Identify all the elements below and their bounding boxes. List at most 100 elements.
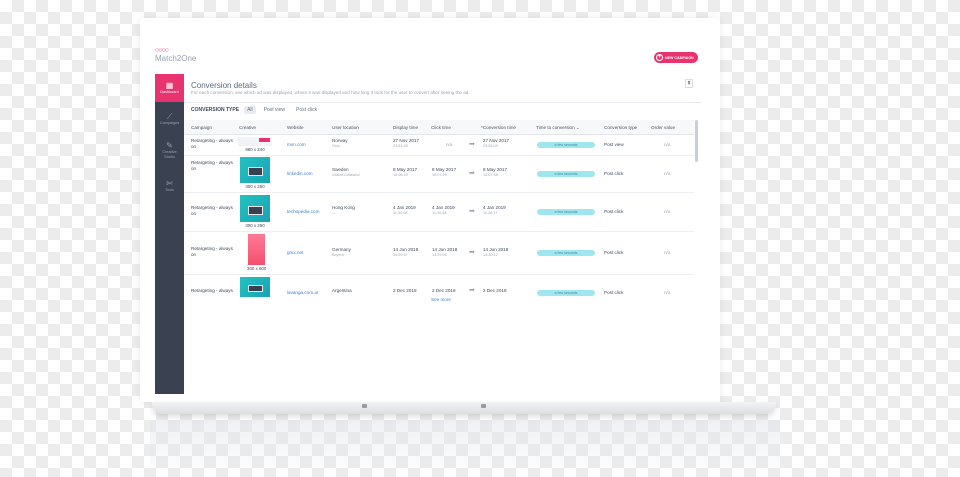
website-link[interactable]: msn.com: [287, 142, 306, 148]
location-country: Hong Kong: [332, 205, 355, 210]
column-header-website[interactable]: Website: [287, 125, 304, 130]
order-value-cell: n/a: [664, 142, 671, 147]
creative-thumbnail[interactable]: [240, 157, 270, 183]
chart-icon: ⟋: [166, 112, 173, 122]
location-region: Bayern: [332, 252, 345, 257]
page-subtitle: For each conversion, see which ad was di…: [191, 90, 470, 95]
conversion-date: 14 Jun 2018: [483, 247, 509, 252]
click-date: 8 May 2017: [432, 167, 457, 172]
column-header-time-to-conversion[interactable]: Time to conversion ⌄: [536, 125, 580, 131]
column-header-location[interactable]: User location: [332, 125, 359, 130]
column-header-conversion-time[interactable]: *Conversion time: [481, 125, 516, 130]
filter-all[interactable]: All: [244, 106, 256, 114]
table-scrollbar[interactable]: [695, 120, 698, 162]
sidebar-item-dashboard[interactable]: ▦ Dashboard: [155, 74, 184, 102]
creative-size: 300 x 250: [245, 223, 265, 228]
conversion-type-cell: Post click: [604, 290, 624, 295]
sidebar-item-campaigns[interactable]: ⟋ Campaigns: [155, 105, 184, 133]
sidebar-item-label: Creative Studio: [162, 150, 177, 159]
website-link[interactable]: lavanga.com.ar: [287, 290, 318, 296]
logo-text: Match2One: [155, 54, 197, 63]
conversion-time-cell: 4 Jan 2019 11:30:17: [483, 205, 506, 216]
conversion-date: 4 Jan 2019: [483, 205, 506, 210]
sidebar-item-tools[interactable]: ✄ Tools: [155, 172, 184, 200]
conversion-type-label: CONVERSION TYPE: [191, 107, 240, 113]
click-clock: 14:29:59: [432, 252, 447, 257]
creative-cell: 980 x 240: [238, 137, 272, 152]
website-link[interactable]: techopedia.com: [287, 209, 319, 215]
plus-icon: +: [656, 54, 663, 61]
order-value-cell: n/a: [664, 209, 671, 214]
sidebar-item-label: Campaigns: [159, 121, 180, 126]
arrow-right-icon: ➡: [469, 208, 475, 215]
time-to-conversion-badge: a few seconds: [537, 209, 595, 215]
new-campaign-button[interactable]: + NEW CAMPAIGN: [654, 52, 698, 63]
website-link[interactable]: linkedin.com: [287, 171, 313, 177]
campaign-cell: Retargeting - always on: [191, 160, 233, 171]
table-header: Campaign Creative Website User location …: [184, 120, 694, 135]
display-date: 14 Jun 2018: [393, 247, 419, 252]
conversion-date: 8 May 2017: [483, 167, 508, 172]
page-title: Conversion details: [191, 81, 257, 90]
column-header-order-value[interactable]: Order value: [651, 125, 675, 130]
display-date: 4 Jan 2019: [393, 205, 416, 210]
column-header-conversion-type[interactable]: Conversion type: [604, 125, 637, 130]
sidebar-item-creative-studio[interactable]: ✎ Creative Studio: [155, 136, 184, 164]
divider: [184, 102, 701, 103]
sidebar: ▦ Dashboard ⟋ Campaigns ✎ Creative Studi…: [155, 74, 184, 394]
laptop-base: [152, 402, 776, 414]
creative-thumbnail[interactable]: [240, 277, 270, 297]
hinge-right: [481, 404, 486, 408]
creative-thumbnail[interactable]: [238, 137, 272, 146]
creative-thumbnail[interactable]: [248, 234, 266, 265]
scroll-top-icon[interactable]: ⇞: [685, 79, 693, 88]
column-header-click-time[interactable]: Click time: [431, 125, 451, 130]
table-row[interactable]: Retargeting - always on 300 x 250 techop…: [184, 193, 694, 232]
conversion-type-cell: Post click: [604, 250, 624, 255]
table-row[interactable]: Retargeting - always on 980 x 240 msn.co…: [184, 135, 694, 156]
filter-post-click[interactable]: Post click: [293, 106, 320, 114]
time-to-conversion-badge: a few seconds: [537, 290, 595, 296]
click-clock: 15:07:29: [432, 172, 447, 177]
display-date: 8 May 2017: [393, 167, 418, 172]
table-row[interactable]: Retargeting - always on 300 x 600 gmx.ne…: [184, 232, 694, 275]
arrow-right-icon: ➡: [469, 141, 475, 148]
column-header-creative[interactable]: Creative: [239, 125, 256, 130]
campaign-cell: Retargeting - always on: [191, 246, 233, 257]
creative-cell: 300 x 250: [240, 157, 270, 189]
creative-size: 300 x 600: [247, 266, 267, 271]
hinge-left: [362, 404, 367, 408]
dashboard-icon: ▦: [165, 81, 174, 91]
column-header-campaign[interactable]: Campaign: [191, 125, 212, 130]
order-value-cell: n/a: [664, 171, 671, 176]
conversion-time-cell: 27 Nov 2017 23:58:09: [483, 138, 509, 149]
filter-post-view[interactable]: Post view: [261, 106, 288, 114]
location-cell: Sweden Västra Götaland: [332, 167, 359, 178]
time-to-conversion-badge: a few seconds: [537, 142, 595, 148]
website-link[interactable]: gmx.net: [287, 250, 303, 256]
conversion-clock: 14:30:12: [483, 252, 498, 257]
campaign-cell: Retargeting - always on: [191, 138, 233, 149]
location-cell: Germany Bayern: [332, 247, 351, 258]
pen-icon: ✎: [166, 141, 173, 151]
table-row[interactable]: Retargeting - always on 300 x 250 linked…: [184, 156, 694, 193]
app-window: ▦ Dashboard ⟋ Campaigns ✎ Creative Studi…: [155, 74, 701, 394]
campaign-cell: Retargeting - always: [191, 288, 233, 293]
brand-logo[interactable]: ○○○○ Match2One: [155, 47, 196, 63]
creative-thumbnail[interactable]: [240, 195, 270, 222]
arrow-right-icon: ➡: [469, 287, 475, 294]
location-region: —: [332, 210, 336, 215]
location-cell: Hong Kong —: [332, 205, 355, 216]
column-header-display-time[interactable]: Display time: [393, 125, 418, 130]
see-more-link[interactable]: See more: [431, 297, 451, 302]
display-clock: 14:29:57: [393, 252, 408, 257]
display-time-cell: 8 May 2017 15:06:19: [393, 167, 417, 178]
location-country: Germany: [332, 247, 351, 252]
click-date: 4 Jan 2019: [432, 205, 455, 210]
display-time-cell: 4 Jan 2019 11:30:08: [393, 205, 416, 216]
location-country: Norway: [332, 138, 348, 143]
conversion-time-cell: 14 Jun 2018 14:30:12: [483, 247, 508, 258]
click-time-cell: 8 May 2017 15:07:29: [432, 167, 456, 178]
sidebar-item-label: Dashboard: [160, 90, 179, 95]
conversion-type-cell: Post click: [604, 209, 624, 214]
